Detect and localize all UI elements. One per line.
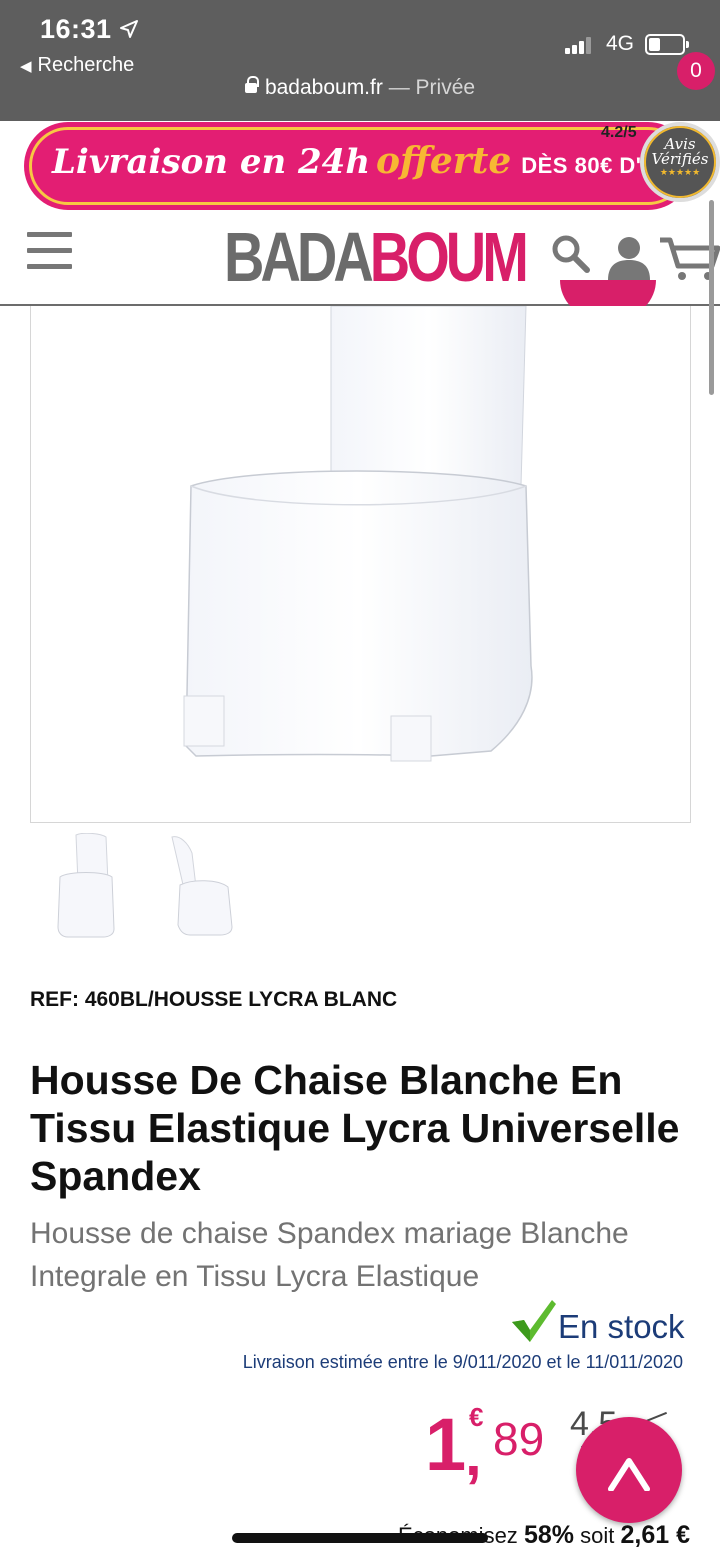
price-integer: 1: [425, 1403, 467, 1486]
status-bar: 16:31 ◀ Recherche 4G badaboum.fr — Privée: [0, 0, 720, 121]
hamburger-icon[interactable]: [27, 232, 72, 270]
home-indicator[interactable]: [232, 1533, 488, 1543]
user-icon[interactable]: [605, 234, 653, 280]
battery-level: [649, 38, 661, 51]
savings-percent: 58%: [523, 1521, 574, 1549]
price-decimals: 89: [493, 1413, 545, 1465]
product-thumbnail-2[interactable]: [162, 833, 242, 943]
product-thumbnail-1[interactable]: [48, 832, 128, 943]
url-private-label: — Privée: [388, 76, 476, 99]
address-bar[interactable]: badaboum.fr — Privée: [0, 76, 720, 100]
back-label: Recherche: [37, 54, 135, 76]
promo-text-delivery: Livraison en 24h: [52, 142, 371, 182]
promo-text-free: offerte: [376, 140, 512, 182]
url-domain: badaboum.fr: [264, 76, 383, 99]
price-currency: €: [469, 1402, 484, 1432]
network-label: 4G: [606, 32, 635, 55]
battery-icon: [645, 34, 689, 55]
logo-part-boum: BOUM: [369, 218, 529, 296]
scrollbar[interactable]: [709, 200, 714, 395]
search-icon[interactable]: [551, 234, 591, 274]
chevron-up-icon[interactable]: [576, 1417, 682, 1523]
product-reference: REF: 460BL/HOUSSE LYCRA BLANC: [30, 988, 398, 1011]
product-main-image[interactable]: [30, 306, 691, 823]
savings-amount: 2,61 €: [620, 1521, 690, 1549]
location-arrow-icon: [118, 18, 140, 46]
check-icon: [510, 1298, 558, 1344]
rating-score: 4.2/5: [601, 124, 637, 141]
product-title: Housse De Chaise Blanche En Tissu Elasti…: [30, 1057, 680, 1199]
delivery-estimate: Livraison estimée entre le 9/011/2020 et…: [242, 1352, 683, 1372]
signal-icon: [565, 36, 597, 54]
stock-label: En stock: [558, 1308, 685, 1345]
promo-text: Livraison en 24h offerte DÈS 80€ D'ACH: [52, 140, 691, 182]
product-subtitle: Housse de chaise Spandex mariage Blanche…: [30, 1217, 629, 1293]
verified-reviews-badge[interactable]: Avis Vérifiés ★★★★★: [640, 122, 720, 202]
current-price: 1 , € 89: [425, 1400, 565, 1490]
back-to-search[interactable]: ◀ Recherche: [20, 54, 134, 77]
site-logo[interactable]: BADABOUM: [224, 222, 529, 292]
logo-part-bada: BADA: [224, 218, 374, 296]
savings-mid: soit: [580, 1523, 615, 1548]
verified-reviews-title: Avis Vérifiés: [651, 135, 709, 168]
stars-icon: ★★★★★: [659, 167, 701, 177]
cart-count-badge[interactable]: 0: [677, 52, 715, 90]
back-arrow-icon: ◀: [20, 58, 32, 75]
lock-icon: [244, 76, 259, 93]
promo-banner[interactable]: Livraison en 24h offerte DÈS 80€ D'ACH: [24, 122, 692, 210]
status-time: 16:31: [40, 14, 112, 44]
